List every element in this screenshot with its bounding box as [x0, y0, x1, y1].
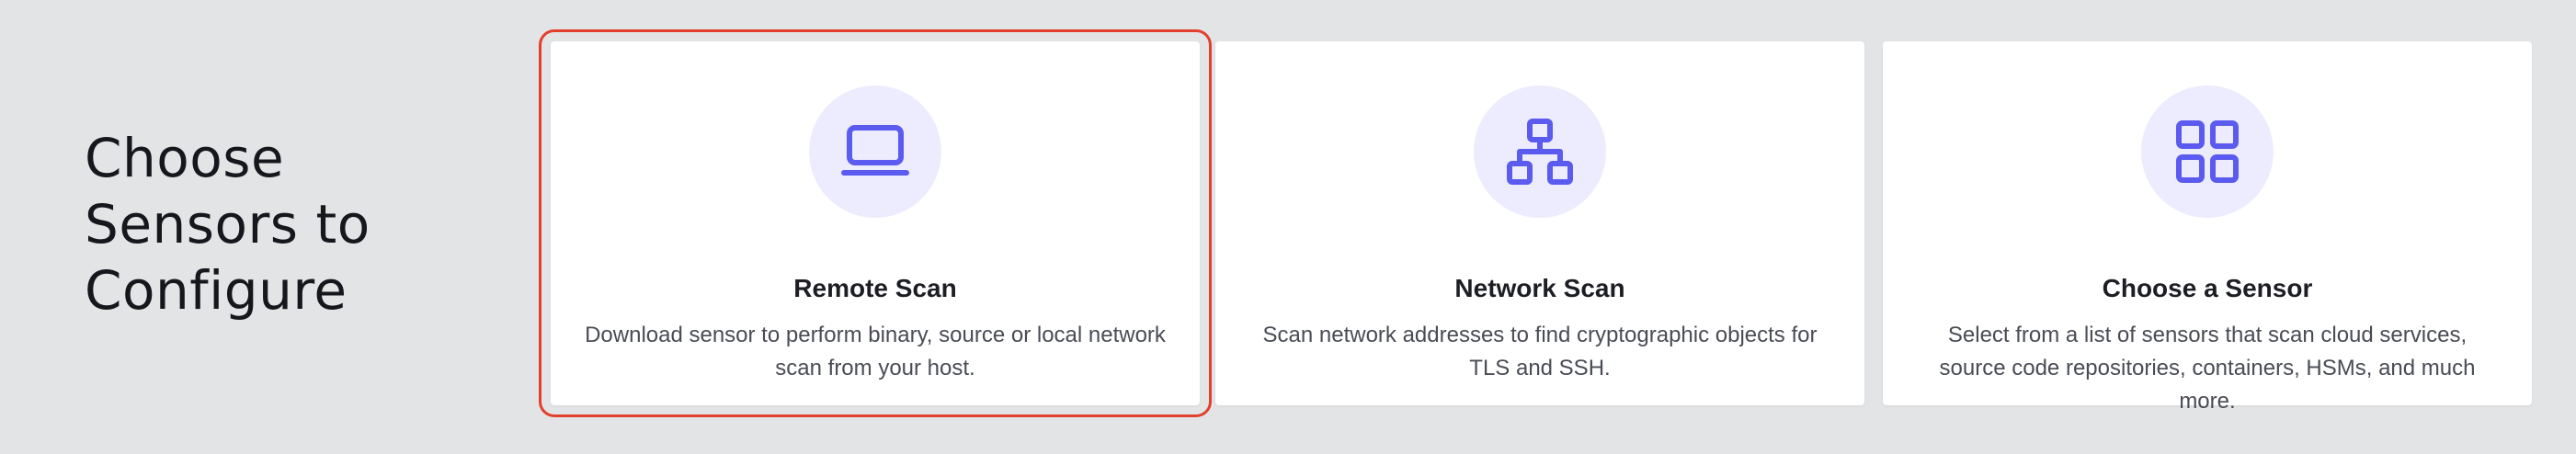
heading-line-3: Configure [85, 259, 348, 322]
remote-scan-title: Remote Scan [793, 274, 957, 302]
choose-sensor-icon-circle [2141, 85, 2274, 218]
choose-sensor-card[interactable]: Choose a Sensor Select from a list of se… [1883, 41, 2532, 414]
choose-sensor-title: Choose a Sensor [2102, 274, 2313, 302]
heading-line-1: Choose [85, 127, 285, 189]
page-heading: Choose Sensors to Configure [85, 125, 471, 323]
choose-sensor-description: Select from a list of sensors that scan … [1939, 323, 2476, 414]
remote-scan-description: Download sensor to perform binary, sourc… [585, 323, 1166, 380]
network-scan-title: Network Scan [1454, 274, 1625, 302]
heading-line-2: Sensors to [85, 193, 370, 255]
grid-icon [2174, 119, 2240, 185]
network-icon [1505, 117, 1575, 187]
laptop-icon [840, 122, 910, 181]
remote-scan-card[interactable]: Remote Scan Download sensor to perform b… [539, 29, 1212, 417]
network-scan-card[interactable]: Network Scan Scan network addresses to f… [1215, 41, 1864, 405]
remote-scan-icon-circle [809, 85, 941, 218]
network-scan-icon-circle [1474, 85, 1606, 218]
network-scan-description: Scan network addresses to find cryptogra… [1262, 323, 1818, 380]
